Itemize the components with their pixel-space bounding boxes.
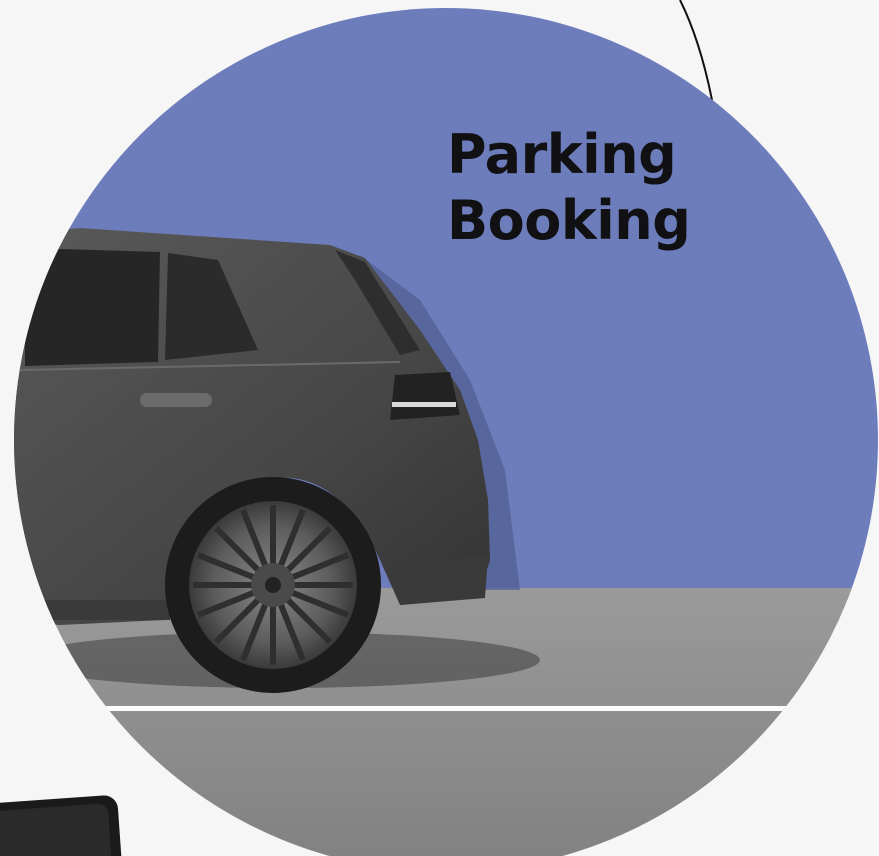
hero-banner: Parking Booking: [0, 0, 879, 856]
road-marking: [90, 706, 790, 711]
car-wheel: [165, 477, 381, 693]
parking-illustration: [0, 0, 878, 856]
title-line-2: Booking: [447, 189, 691, 252]
title-line-1: Parking: [447, 123, 677, 186]
phone-device: [0, 795, 122, 856]
page-title: Parking Booking: [447, 122, 691, 254]
circle-photo: [14, 8, 878, 856]
asphalt-ground: [14, 588, 878, 856]
